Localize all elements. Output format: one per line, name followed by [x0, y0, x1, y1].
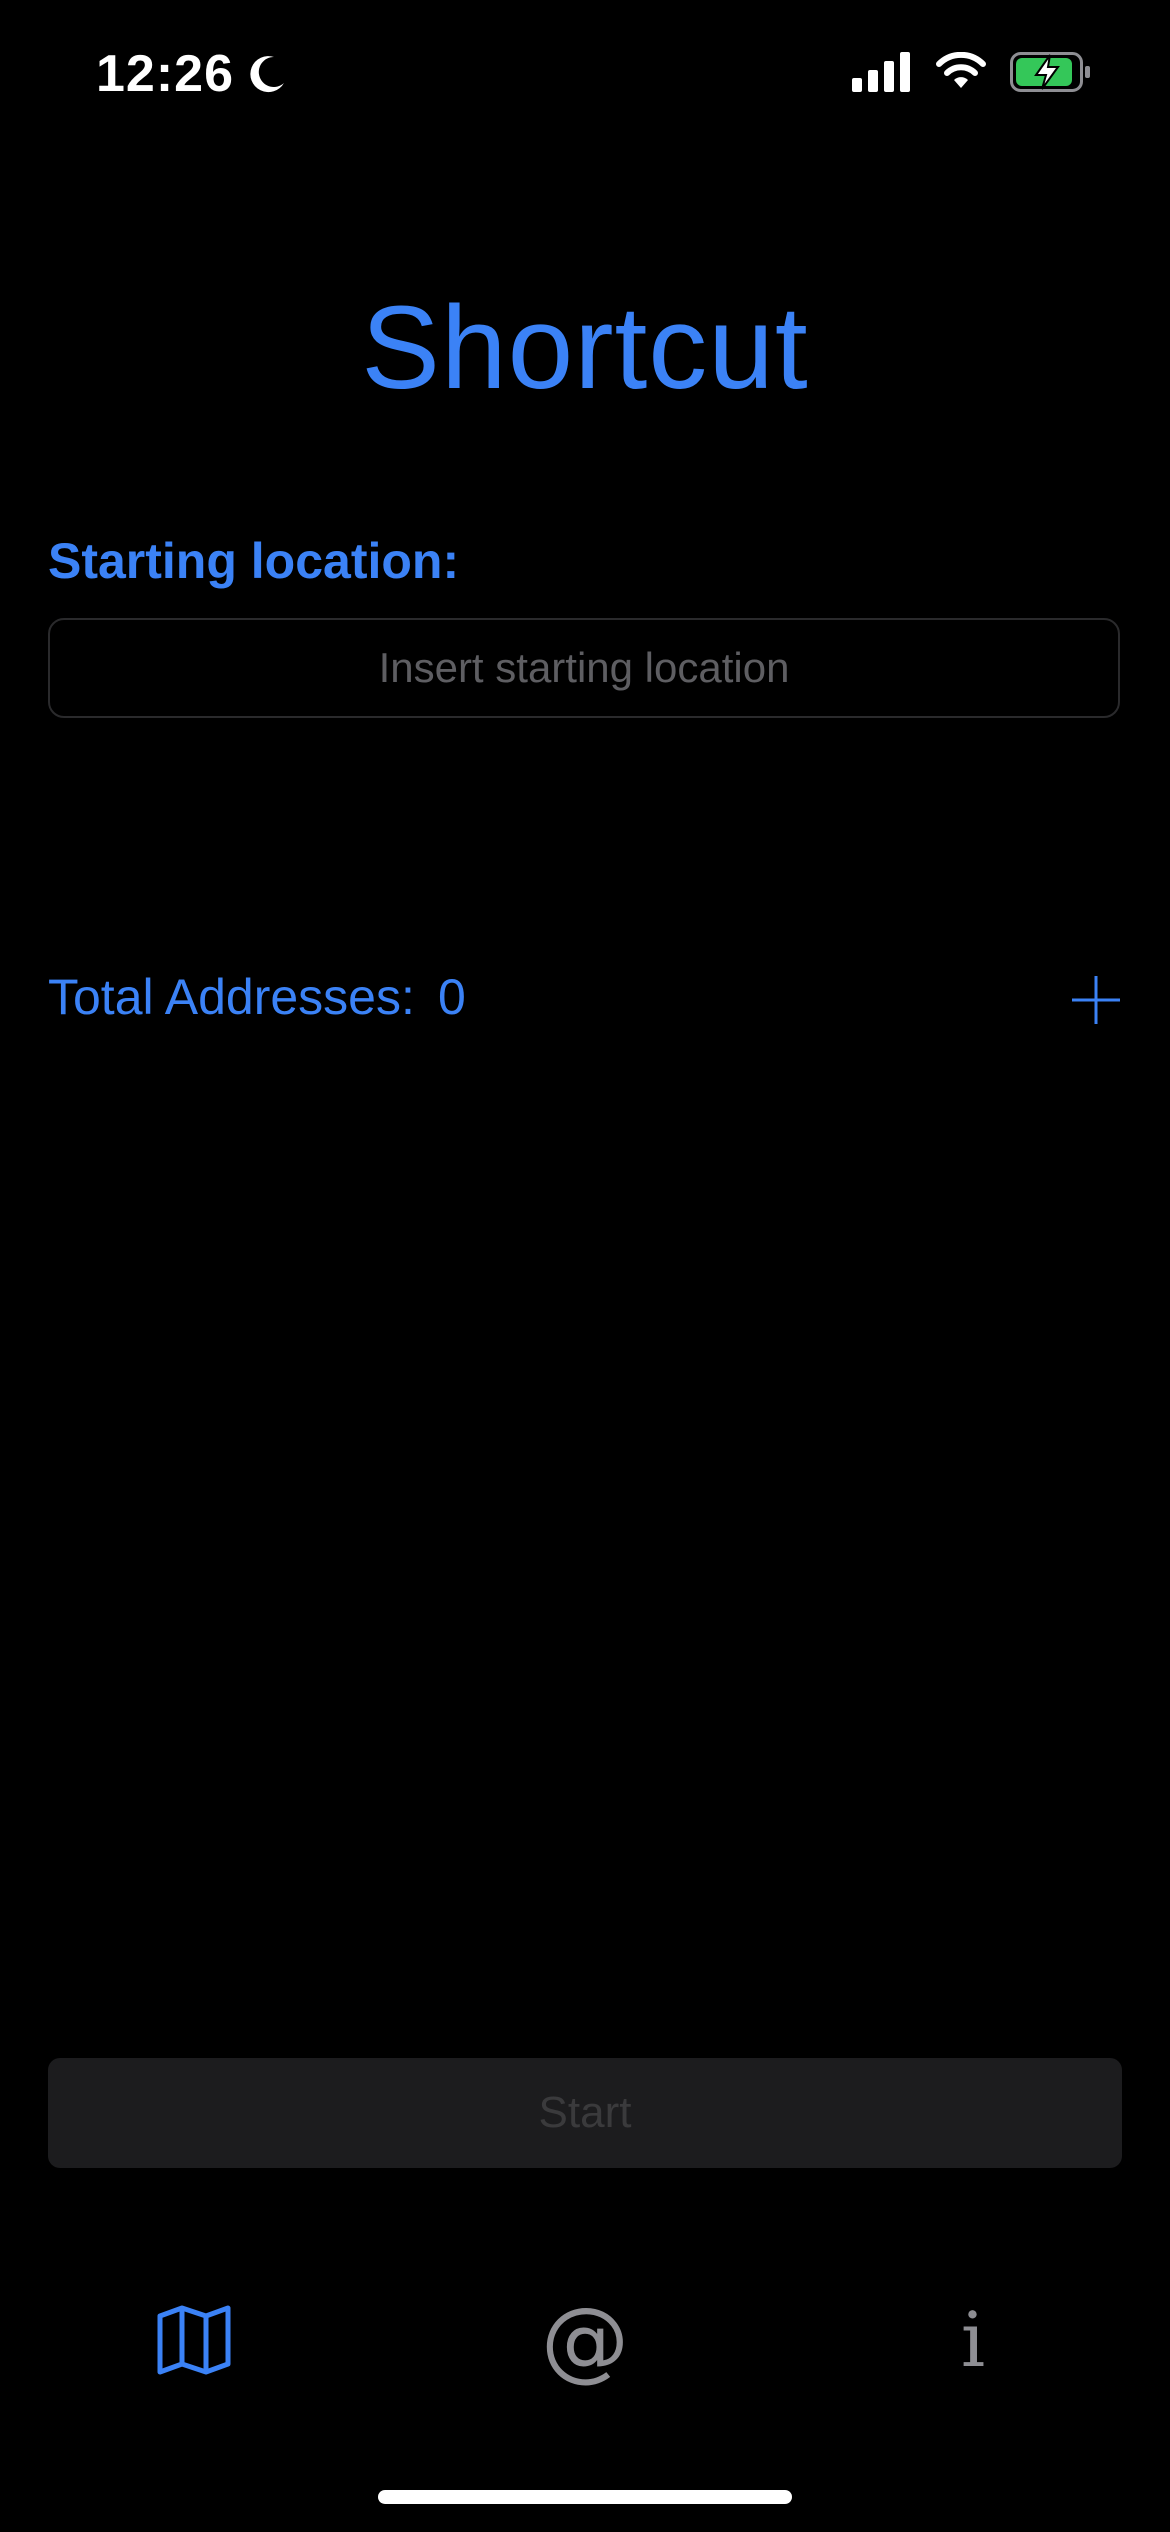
total-addresses-count: 0 — [438, 969, 466, 1025]
status-time: 12:26 — [96, 45, 234, 103]
total-addresses-row: Total Addresses: 0 — [48, 960, 1124, 1050]
status-time-group: 12:26 — [96, 44, 288, 104]
tab-map[interactable] — [134, 2290, 254, 2390]
app-title: Shortcut — [361, 282, 809, 414]
info-icon: i — [960, 2295, 986, 2384]
total-addresses-label: Total Addresses: — [48, 969, 415, 1025]
add-address-button[interactable] — [1068, 972, 1124, 1028]
starting-location-input[interactable] — [48, 618, 1120, 718]
tab-bar: @ i — [0, 2290, 1170, 2410]
map-icon — [157, 2305, 231, 2375]
moon-icon — [246, 53, 288, 95]
at-sign-icon: @ — [541, 2288, 629, 2391]
start-button[interactable]: Start — [48, 2058, 1122, 2168]
tab-info[interactable]: i — [913, 2290, 1033, 2390]
home-indicator[interactable] — [378, 2490, 792, 2504]
tab-contacts[interactable]: @ — [525, 2290, 645, 2390]
cellular-signal-icon — [852, 52, 912, 97]
wifi-icon — [934, 51, 988, 97]
status-indicators — [852, 51, 1092, 97]
plus-icon — [1072, 976, 1120, 1024]
status-bar: 12:26 — [0, 0, 1170, 150]
battery-charging-icon — [1010, 52, 1092, 97]
starting-location-label: Starting location: — [48, 533, 460, 589]
